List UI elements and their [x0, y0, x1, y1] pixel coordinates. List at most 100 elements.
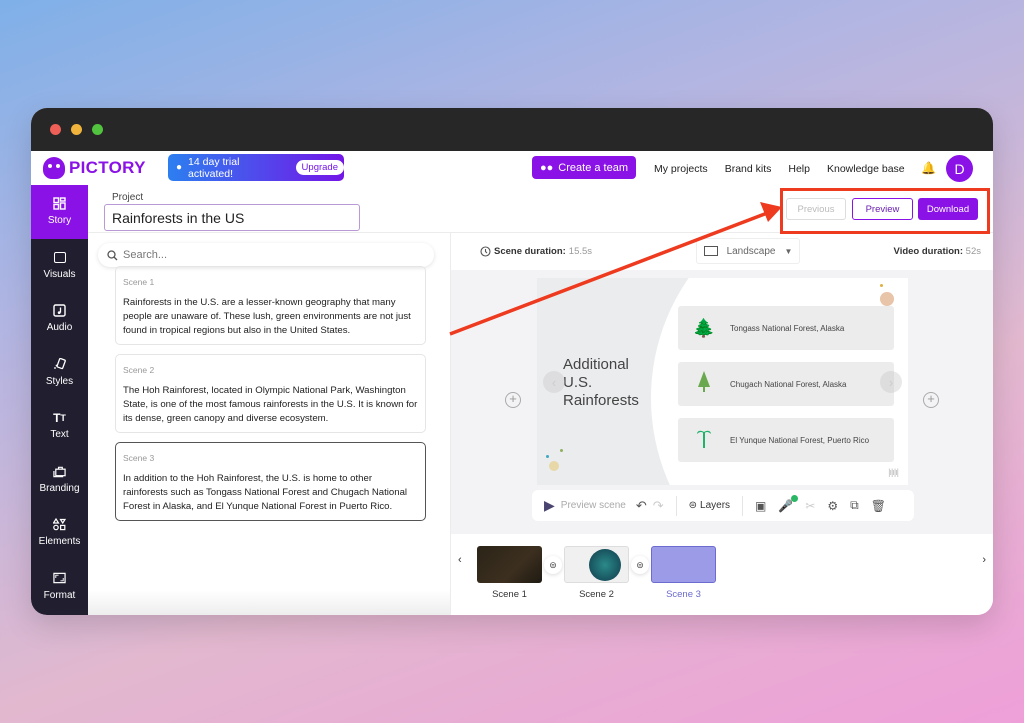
sidebar-item-story[interactable]: Story — [31, 185, 88, 239]
slide-list-text: Chugach National Forest, Alaska — [730, 379, 847, 389]
team-icon: ●● — [540, 161, 554, 174]
scene-card-active[interactable]: Scene 3 In addition to the Hoh Rainfores… — [115, 442, 426, 521]
sidebar-label: Format — [43, 589, 76, 601]
timeline-prev-arrow[interactable]: ‹ — [458, 554, 462, 566]
sidebar-item-branding[interactable]: Branding — [31, 453, 88, 507]
sidebar-item-elements[interactable]: Elements — [31, 506, 88, 560]
undo-icon[interactable]: ↶ — [636, 498, 647, 514]
scene-text[interactable]: Rainforests in the U.S. are a lesser-kno… — [123, 296, 418, 338]
scissors-icon[interactable]: ✂ — [805, 499, 815, 513]
caret-down-icon: ▼ — [784, 246, 793, 256]
avatar[interactable]: D — [946, 155, 973, 182]
search-input[interactable]: Search... — [98, 243, 434, 267]
clock-icon — [480, 246, 491, 257]
orientation-value: Landscape — [726, 245, 776, 257]
sidebar-label: Audio — [46, 322, 73, 334]
palm-tree-icon — [678, 427, 730, 454]
slide-canvas[interactable]: Additional U.S. Rainforests 🌲 Tongass Na… — [537, 278, 908, 485]
decor-dot — [880, 284, 883, 287]
hide-visual-icon[interactable]: ▣ — [755, 499, 766, 513]
add-scene-after-button[interactable]: + — [923, 392, 939, 408]
upgrade-button[interactable]: Upgrade — [295, 160, 344, 175]
thumbnail-label: Scene 3 — [666, 589, 701, 600]
thumbnail-label: Scene 1 — [492, 589, 527, 600]
slide-list-item[interactable]: 🌲 Tongass National Forest, Alaska — [678, 306, 894, 350]
thumbnail-label: Scene 2 — [579, 589, 614, 600]
create-team-label: Create a team — [558, 161, 628, 174]
slide-list-item[interactable]: El Yunque National Forest, Puerto Rico — [678, 418, 894, 462]
redo-icon[interactable]: ↷ — [653, 498, 664, 514]
layers-icon[interactable]: ⊜ — [631, 556, 649, 574]
slide-title[interactable]: Additional U.S. Rainforests — [563, 356, 639, 410]
thumbnail-image — [589, 549, 621, 581]
trial-text: 14 day trial activated! — [188, 155, 240, 180]
slide-next-arrow[interactable]: › — [880, 371, 902, 393]
logo[interactable]: PICTORY — [43, 157, 146, 179]
duration-bar: Scene duration: 15.5s Landscape ▼ Video … — [451, 233, 993, 270]
scene-card[interactable]: Scene 2 The Hoh Rainforest, located in O… — [115, 354, 426, 433]
minimize-window-button[interactable] — [71, 124, 82, 135]
slide-title-line: Additional — [563, 356, 629, 373]
sidebar-item-format[interactable]: Format — [31, 560, 88, 614]
divider — [742, 495, 744, 516]
sidebar-item-visuals[interactable]: Visuals — [31, 239, 88, 293]
scene-text[interactable]: In addition to the Hoh Rainforest, the U… — [123, 472, 418, 514]
scene-thumbnail[interactable] — [564, 546, 629, 583]
sidebar-label: Story — [47, 215, 72, 227]
nav-links: My projects Brand kits Help Knowledge ba… — [654, 163, 905, 175]
nav-help[interactable]: Help — [788, 163, 810, 175]
duplicate-icon[interactable]: ⧉ — [850, 498, 859, 513]
sidebar-label: Elements — [38, 536, 81, 548]
maximize-window-button[interactable] — [92, 124, 103, 135]
preview-panel: Scene duration: 15.5s Landscape ▼ Video … — [450, 233, 993, 615]
search-placeholder: Search... — [123, 249, 168, 261]
preview-scene-button[interactable]: Preview scene — [561, 500, 626, 511]
scene-label: Scene 3 — [123, 453, 155, 463]
search-icon — [107, 249, 118, 260]
pine-tree-icon — [678, 370, 730, 398]
nav-my-projects[interactable]: My projects — [654, 163, 708, 175]
scene-toolbar: ▶ Preview scene ↶ ↷ ⊜ Layers ▣ 🎤 ✂ ⚙ ⧉ 🗑 — [532, 490, 914, 521]
scene-thumbnail-active[interactable] — [651, 546, 716, 583]
nav-knowledge-base[interactable]: Knowledge base — [827, 163, 905, 175]
slide-prev-arrow[interactable]: ‹ — [543, 371, 565, 393]
sidebar-item-audio[interactable]: Audio — [31, 292, 88, 346]
story-panel: Search... Scene 1 Rainforests in the U.S… — [88, 233, 450, 615]
brand-name: PICTORY — [69, 158, 146, 177]
project-name-input[interactable] — [104, 204, 360, 231]
scene-card[interactable]: Scene 1 Rainforests in the U.S. are a le… — [115, 266, 426, 345]
add-scene-before-button[interactable]: + — [505, 392, 521, 408]
scene-thumbnail[interactable] — [477, 546, 542, 583]
scene-text[interactable]: The Hoh Rainforest, located in Olympic N… — [123, 384, 418, 426]
sidebar-label: Styles — [45, 375, 74, 387]
sidebar-item-text[interactable]: TT Text — [31, 399, 88, 453]
slide-list-item[interactable]: Chugach National Forest, Alaska — [678, 362, 894, 406]
sidebar: Story Visuals Audio Styles TT Text Brand… — [31, 185, 88, 615]
trash-icon[interactable]: 🗑 — [871, 499, 886, 513]
nav-brand-kits[interactable]: Brand kits — [725, 163, 772, 175]
play-icon[interactable]: ▶ — [544, 497, 555, 514]
scene-label: Scene 2 — [123, 365, 155, 375]
close-window-button[interactable] — [50, 124, 61, 135]
orientation-dropdown[interactable]: Landscape ▼ — [696, 238, 800, 264]
scene-duration: Scene duration: 15.5s — [480, 246, 592, 257]
video-duration-label: Video duration: — [893, 246, 964, 257]
microphone-icon[interactable]: 🎤 — [778, 494, 799, 513]
forest-icon: 🌲 — [692, 317, 716, 338]
sidebar-item-styles[interactable]: Styles — [31, 346, 88, 400]
aspect-ratio-icon — [53, 572, 66, 585]
music-icon — [53, 304, 66, 317]
settings-icon[interactable]: ⚙ — [827, 499, 838, 513]
timeline-next-arrow[interactable]: › — [982, 554, 986, 566]
video-duration-value: 52s — [965, 246, 981, 257]
app-window: PICTORY ● 14 day trial activated! Upgrad… — [31, 108, 993, 615]
sidebar-label: Visuals — [43, 268, 76, 280]
decor-dot — [546, 455, 549, 458]
create-team-button[interactable]: ●● Create a team — [532, 156, 636, 179]
scene-duration-value: 15.5s — [568, 246, 593, 257]
landscape-icon — [703, 246, 718, 256]
layers-icon[interactable]: ⊜ — [544, 556, 562, 574]
octopus-logo-icon — [43, 157, 65, 179]
bell-icon[interactable]: 🔔 — [921, 161, 936, 175]
layers-button[interactable]: ⊜ Layers — [689, 500, 730, 511]
